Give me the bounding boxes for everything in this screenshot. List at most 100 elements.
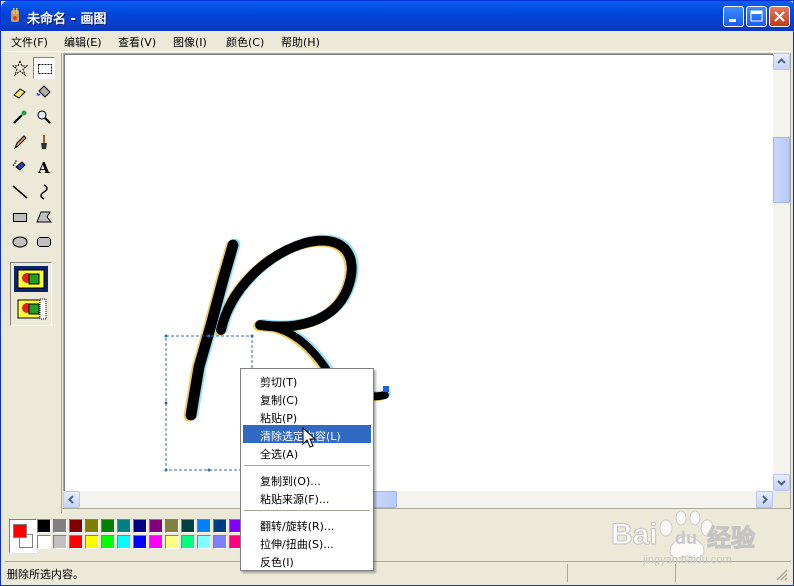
palette-color-swatch[interactable] (69, 519, 83, 533)
text-icon[interactable]: A (33, 156, 55, 178)
palette-color-swatch[interactable] (197, 535, 211, 549)
menu-colors[interactable]: 颜色(C) (226, 34, 264, 50)
minimize-icon (729, 19, 736, 22)
palette-color-swatch[interactable] (181, 519, 195, 533)
watermark-brand: Bai (611, 518, 659, 552)
ctx-copy[interactable]: 复制(C) (243, 389, 371, 407)
paint-app-icon (11, 8, 19, 22)
palette-color-swatch[interactable] (53, 535, 67, 549)
maximize-icon (750, 10, 763, 22)
title-bar[interactable]: 未命名 - 画图 (1, 1, 794, 31)
ctx-stretch-skew-label: 拉伸/扭曲(S)... (260, 538, 334, 551)
scroll-down-button[interactable] (773, 474, 790, 491)
menu-bar: 文件(F) 编辑(E) 查看(V) 图像(I) 颜色(C) 帮助(H) (5, 31, 791, 52)
window-title: 未命名 - 画图 (27, 12, 107, 27)
vertical-scrollbar[interactable] (773, 53, 790, 491)
status-text: 删除所选内容。 (7, 568, 84, 581)
ctx-clear-selection-label: 清除选定内容(L) (260, 430, 341, 443)
magnifier-icon[interactable] (33, 106, 55, 128)
ctx-separator (244, 465, 370, 466)
menu-image[interactable]: 图像(I) (173, 34, 207, 50)
ctx-paste-from-label: 粘贴来源(F)... (260, 493, 330, 506)
palette-color-swatch[interactable] (165, 519, 179, 533)
palette-color-swatch[interactable] (117, 519, 131, 533)
ctx-paste-label: 粘贴(P) (260, 412, 298, 425)
palette-color-swatch[interactable] (37, 519, 51, 533)
transparent-option-icon[interactable] (14, 296, 48, 322)
palette-color-swatch[interactable] (165, 535, 179, 549)
paint-window: 未命名 - 画图 文件(F) 编辑(E) 查看(V) 图像(I) 颜色(C) 帮… (0, 0, 794, 586)
palette-color-swatch[interactable] (69, 535, 83, 549)
baidu-jingyan-watermark: Bai du 经验 jingyan.baidu.com (583, 506, 783, 576)
horizontal-scroll-thumb[interactable] (373, 491, 397, 508)
menu-view[interactable]: 查看(V) (118, 34, 156, 50)
vertical-scroll-thumb[interactable] (773, 137, 790, 203)
ctx-separator (244, 510, 370, 511)
palette-color-swatch[interactable] (181, 535, 195, 549)
select-icon[interactable] (33, 57, 55, 79)
palette-color-swatch[interactable] (117, 535, 131, 549)
rectangle-icon[interactable] (9, 206, 31, 228)
context-menu: 剪切(T) 复制(C) 粘贴(P) 清除选定内容(L) 全选(A) 复制到(O)… (240, 368, 374, 571)
ctx-invert-colors[interactable]: 反色(I) (243, 551, 371, 569)
ctx-stretch-skew[interactable]: 拉伸/扭曲(S)... (243, 533, 371, 551)
polygon-icon[interactable] (33, 206, 55, 228)
brush-icon[interactable] (33, 131, 55, 153)
ctx-paste-from[interactable]: 粘贴来源(F)... (243, 488, 371, 506)
watermark-url: jingyan.baidu.com (643, 554, 732, 566)
palette-color-swatch[interactable] (213, 519, 227, 533)
palette-color-swatch[interactable] (197, 519, 211, 533)
palette-color-swatch[interactable] (85, 519, 99, 533)
toolbox: A (5, 53, 62, 513)
ctx-select-all-label: 全选(A) (260, 448, 299, 461)
transparency-options (10, 262, 52, 326)
minimize-button[interactable] (723, 6, 744, 27)
palette-color-swatch[interactable] (53, 519, 67, 533)
palette-color-swatch[interactable] (213, 535, 227, 549)
palette-color-swatch[interactable] (101, 535, 115, 549)
ctx-cut-label: 剪切(T) (260, 376, 298, 389)
watermark-cn: 经验 (707, 524, 756, 553)
scroll-up-button[interactable] (773, 53, 790, 70)
ctx-cut[interactable]: 剪切(T) (243, 371, 371, 389)
palette-color-swatch[interactable] (133, 519, 147, 533)
ctx-flip-rotate-label: 翻转/旋转(R)... (260, 520, 335, 533)
palette-color-swatch[interactable] (85, 535, 99, 549)
palette-color-swatch[interactable] (133, 535, 147, 549)
foreground-color-swatch[interactable] (13, 524, 27, 538)
ctx-copy-to[interactable]: 复制到(O)... (243, 470, 371, 488)
ellipse-icon[interactable] (9, 231, 31, 253)
ctx-copy-label: 复制(C) (260, 394, 299, 407)
drawing-canvas[interactable] (65, 55, 773, 491)
watermark-brand-du: du (675, 528, 697, 548)
mouse-cursor-icon (302, 427, 316, 448)
ctx-flip-rotate[interactable]: 翻转/旋转(R)... (243, 515, 371, 533)
opaque-option-icon[interactable] (14, 266, 48, 292)
maximize-button[interactable] (746, 6, 767, 27)
curve-icon[interactable] (33, 181, 55, 203)
current-colors[interactable] (9, 519, 37, 553)
menu-file[interactable]: 文件(F) (11, 34, 48, 50)
ctx-paste[interactable]: 粘贴(P) (243, 407, 371, 425)
palette-color-swatch[interactable] (37, 535, 51, 549)
close-button[interactable] (769, 6, 790, 27)
menu-edit[interactable]: 编辑(E) (64, 34, 102, 50)
scroll-left-button[interactable] (63, 491, 80, 508)
ctx-copy-to-label: 复制到(O)... (260, 475, 321, 488)
chevron-up-icon (777, 58, 786, 64)
pick-color-icon[interactable] (9, 106, 31, 128)
pencil-icon[interactable] (9, 131, 31, 153)
eraser-icon[interactable] (9, 81, 31, 103)
airbrush-icon[interactable] (9, 156, 31, 178)
line-icon[interactable] (9, 181, 31, 203)
palette-color-swatch[interactable] (149, 535, 163, 549)
free-form-select-icon[interactable] (9, 57, 31, 79)
menu-help[interactable]: 帮助(H) (281, 34, 320, 50)
palette-color-swatch[interactable] (149, 519, 163, 533)
chevron-right-icon (762, 495, 768, 504)
palette-color-swatch[interactable] (101, 519, 115, 533)
ctx-invert-colors-label: 反色(I) (260, 556, 294, 569)
status-divider (567, 564, 568, 582)
rounded-rectangle-icon[interactable] (33, 231, 55, 253)
fill-icon[interactable] (33, 81, 55, 103)
